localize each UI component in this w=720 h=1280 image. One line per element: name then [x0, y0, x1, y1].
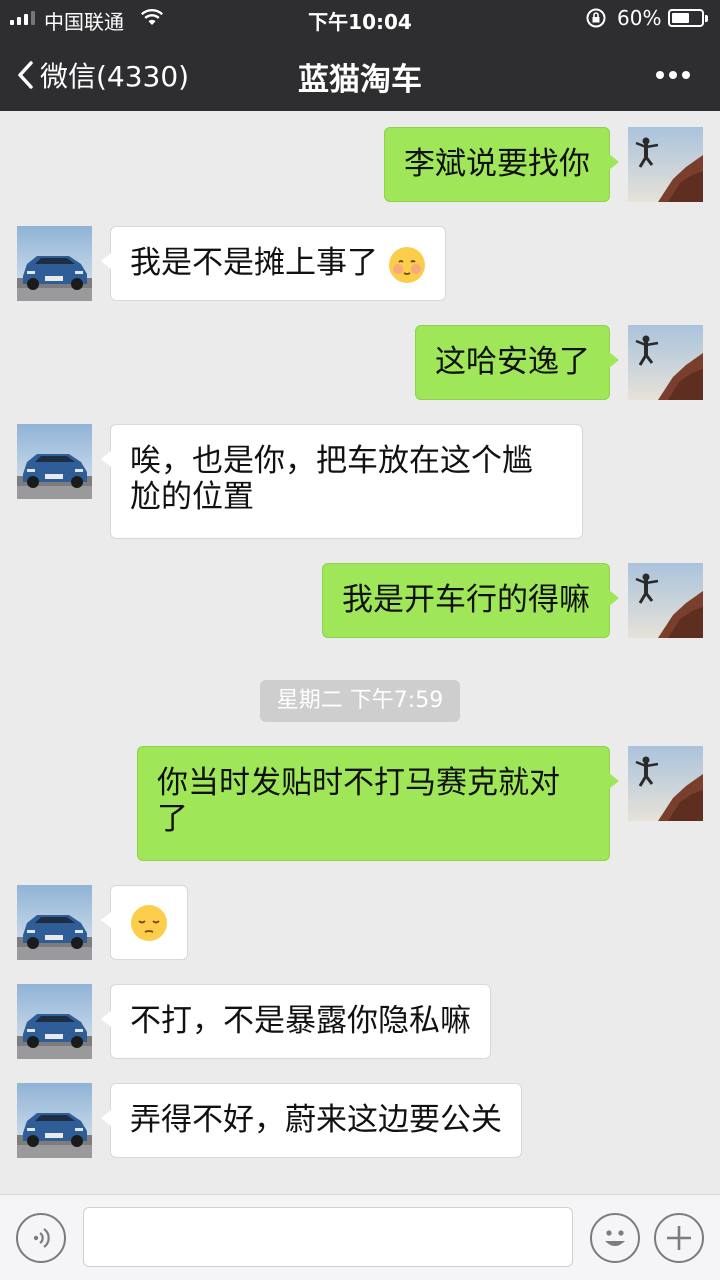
message-text-line: 了: [157, 801, 188, 837]
message-bubble-sent[interactable]: 你当时发贴时不打马赛克就对 了: [137, 746, 619, 861]
message-text-line: 尬的位置: [130, 479, 254, 515]
header: 中国联通 下午10:04 60% 微信(4330) 蓝猫淘车: [0, 0, 720, 111]
message-bubble-sent[interactable]: 这哈安逸了: [415, 325, 619, 400]
my-avatar[interactable]: [628, 325, 703, 400]
message-text: 弄得不好，蔚来这边要公关: [130, 1102, 502, 1138]
message-text: 这哈安逸了: [435, 344, 590, 380]
my-avatar[interactable]: [628, 563, 703, 638]
message-bubble-received[interactable]: 不打，不是暴露你隐私嘛: [101, 984, 491, 1059]
message-bubble-received[interactable]: 弄得不好，蔚来这边要公关: [101, 1083, 522, 1158]
message-list[interactable]: 李斌说要找你 我是不是摊上事了 这哈安逸了 唉，也是你，把车放在这个尴 尬的位置…: [0, 111, 720, 1194]
message-input[interactable]: [83, 1207, 573, 1267]
my-avatar[interactable]: [628, 127, 703, 202]
more-options-button[interactable]: [656, 71, 690, 79]
contact-avatar[interactable]: [17, 984, 92, 1059]
battery-icon: [668, 9, 708, 27]
smiley-icon: [605, 1230, 625, 1246]
emoji-button[interactable]: [590, 1213, 640, 1263]
chat-title: 蓝猫淘车: [298, 62, 422, 98]
rotation-lock-icon: [585, 7, 607, 34]
my-avatar[interactable]: [628, 746, 703, 821]
pensive-face-emoji-icon: [131, 904, 167, 941]
message-bubble-received[interactable]: 我是不是摊上事了: [101, 226, 446, 301]
message-text-line: 你当时发贴时不打马赛克就对: [157, 765, 560, 801]
status-bar: 中国联通 下午10:04 60%: [0, 0, 720, 36]
nav-bar: 微信(4330) 蓝猫淘车: [0, 36, 720, 111]
clock: 下午10:04: [308, 10, 412, 34]
message-bubble-received[interactable]: 唉，也是你，把车放在这个尴 尬的位置: [101, 424, 583, 539]
contact-avatar[interactable]: [17, 226, 92, 301]
contact-avatar[interactable]: [17, 424, 92, 499]
message-text: 李斌说要找你: [404, 146, 590, 182]
timestamp-divider: 星期二 下午7:59: [260, 680, 460, 722]
message-bubble-received[interactable]: [101, 885, 188, 960]
voice-icon: [33, 1228, 50, 1248]
battery-percent: 60%: [617, 6, 662, 30]
message-text: 我是不是摊上事了: [130, 245, 378, 281]
contact-avatar[interactable]: [17, 885, 92, 960]
voice-input-button[interactable]: [16, 1213, 66, 1263]
flushed-face-emoji-icon: [388, 246, 425, 283]
message-text-line: 唉，也是你，把车放在这个尴: [130, 443, 533, 479]
message-bubble-sent[interactable]: 李斌说要找你: [384, 127, 619, 202]
message-text: 不打，不是暴露你隐私嘛: [130, 1003, 471, 1039]
message-text: 我是开车行的得嘛: [342, 582, 590, 618]
input-bar: [0, 1194, 720, 1280]
message-bubble-sent[interactable]: 我是开车行的得嘛: [322, 563, 619, 638]
contact-avatar[interactable]: [17, 1083, 92, 1158]
more-functions-button[interactable]: [654, 1213, 704, 1263]
plus-icon: [667, 1226, 691, 1250]
